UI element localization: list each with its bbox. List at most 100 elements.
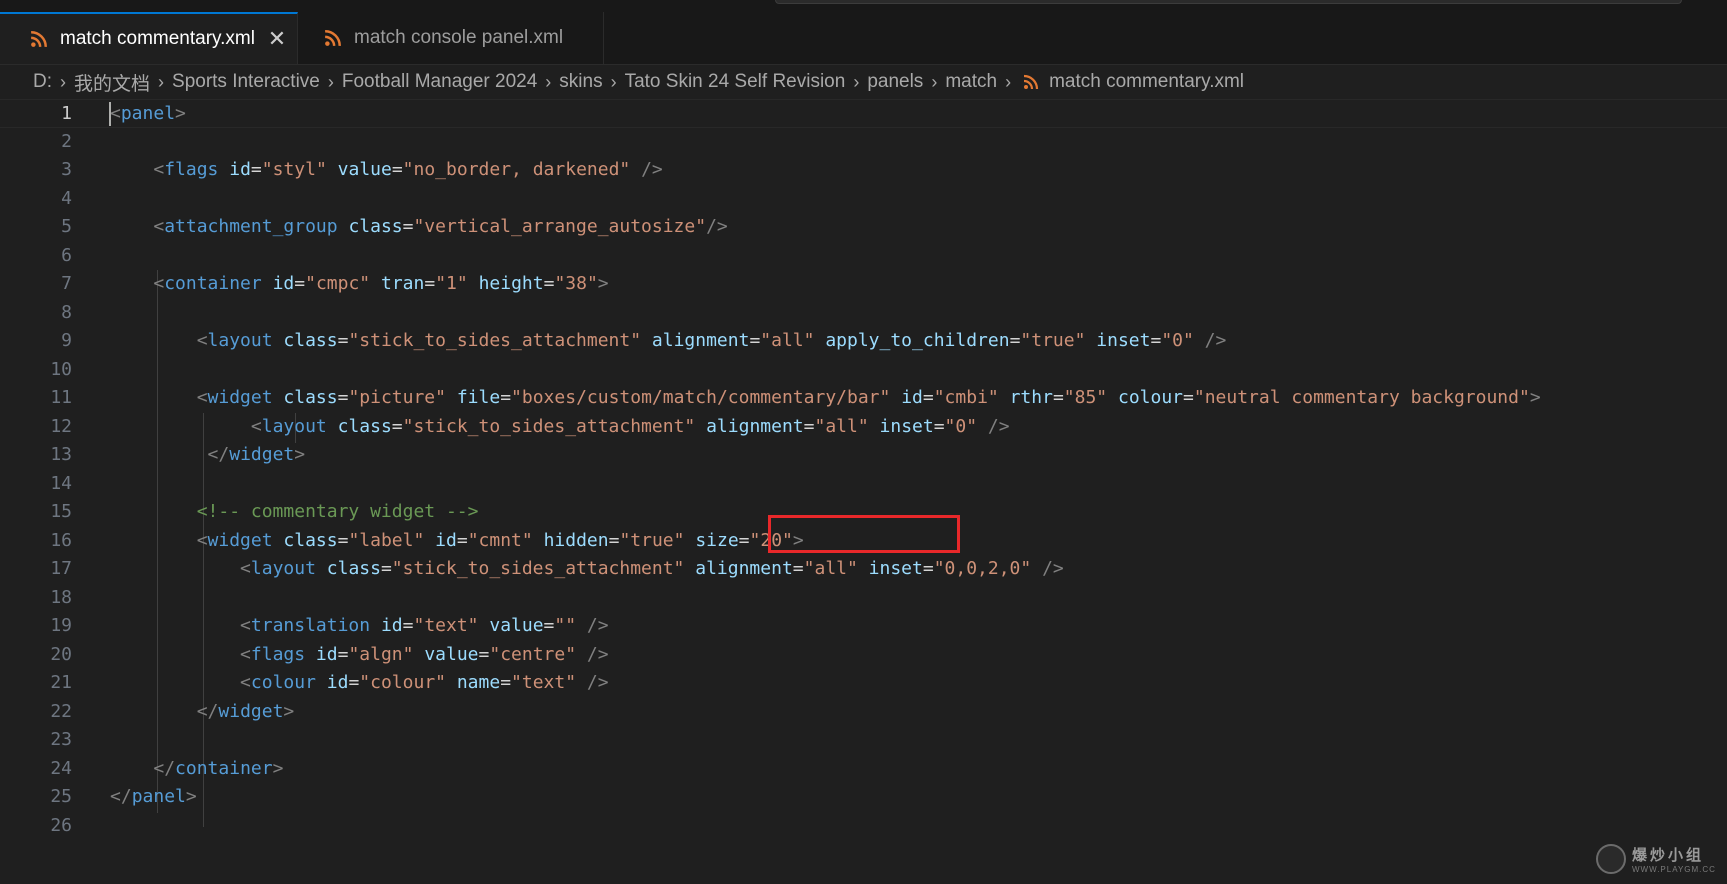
watermark-text: 爆炒小组 bbox=[1632, 847, 1705, 864]
line-number: 15 bbox=[50, 501, 72, 522]
breadcrumb-item[interactable]: match commentary.xml bbox=[1049, 71, 1244, 93]
chevron-right-icon: › bbox=[1005, 71, 1012, 92]
line-number: 12 bbox=[50, 415, 72, 437]
code-text: </widget> bbox=[207, 444, 306, 465]
code-line[interactable]: 3 <flags id="styl" value="no_border, dar… bbox=[0, 156, 1727, 185]
line-number: 9 bbox=[61, 330, 72, 351]
code-line[interactable]: 23 bbox=[0, 726, 1727, 755]
command-center[interactable] bbox=[775, 0, 1682, 4]
code-line[interactable]: 18 bbox=[0, 584, 1727, 613]
code-line[interactable]: 4 bbox=[0, 185, 1727, 214]
line-number: 21 bbox=[50, 672, 72, 693]
code-text: <flags id="algn" value="centre" /> bbox=[240, 643, 609, 665]
breadcrumb-item[interactable]: Tato Skin 24 Self Revision bbox=[625, 71, 846, 93]
text-cursor bbox=[109, 102, 111, 126]
close-icon[interactable]: ✕ bbox=[267, 26, 287, 52]
breadcrumb-item[interactable]: D: bbox=[33, 71, 52, 93]
line-number: 17 bbox=[50, 558, 72, 579]
tab-label: match commentary.xml bbox=[60, 28, 255, 49]
breadcrumb-item[interactable]: match bbox=[945, 71, 997, 93]
code-text: <panel> bbox=[110, 103, 186, 124]
code-line[interactable]: 25 </panel> bbox=[0, 783, 1727, 812]
code-text: <widget class="picture" file="boxes/cust… bbox=[196, 387, 1541, 408]
code-text: <!-- commentary widget --> bbox=[196, 501, 479, 522]
breadcrumb-item[interactable]: Sports Interactive bbox=[172, 71, 320, 93]
code-line[interactable]: 13 </widget> bbox=[0, 441, 1727, 470]
line-number: 11 bbox=[50, 387, 72, 408]
code-text: </container> bbox=[153, 757, 284, 779]
code-line[interactable]: 7 <container id="cmpc" tran="1" height="… bbox=[0, 270, 1727, 299]
line-number: 26 bbox=[50, 814, 72, 836]
tab-bar: match commentary.xml ✕ match console pan… bbox=[0, 12, 1727, 65]
code-line[interactable]: 2 bbox=[0, 128, 1727, 157]
line-number: 2 bbox=[61, 130, 72, 152]
breadcrumb-item[interactable]: panels bbox=[867, 71, 923, 93]
code-line[interactable]: 17 <layout class="stick_to_sides_attachm… bbox=[0, 555, 1727, 584]
code-line[interactable]: 9 <layout class="stick_to_sides_attachme… bbox=[0, 327, 1727, 356]
rss-icon bbox=[324, 30, 341, 47]
code-line[interactable]: 6 bbox=[0, 242, 1727, 271]
code-line[interactable]: 8 bbox=[0, 299, 1727, 328]
watermark: 爆炒小组 WWW.PLAYGM.CC bbox=[1596, 842, 1716, 876]
line-number: 20 bbox=[50, 643, 72, 665]
watermark-url: WWW.PLAYGM.CC bbox=[1632, 865, 1716, 874]
code-line[interactable]: 22 </widget> bbox=[0, 698, 1727, 727]
code-line[interactable]: 10 bbox=[0, 356, 1727, 385]
line-number: 14 bbox=[50, 472, 72, 494]
line-number: 6 bbox=[61, 244, 72, 266]
chevron-right-icon: › bbox=[327, 71, 334, 92]
tab-match-console-panel[interactable]: match console panel.xml bbox=[298, 12, 604, 64]
breadcrumb-item[interactable]: skins bbox=[559, 71, 602, 93]
line-number: 7 bbox=[61, 273, 72, 294]
watermark-logo-icon bbox=[1596, 844, 1626, 874]
line-number: 22 bbox=[50, 700, 72, 722]
line-number: 1 bbox=[61, 103, 72, 124]
code-text: <translation id="text" value="" /> bbox=[240, 615, 609, 636]
line-number: 18 bbox=[50, 586, 72, 608]
code-text: <layout class="stick_to_sides_attachment… bbox=[196, 330, 1227, 351]
code-line[interactable]: 11 <widget class="picture" file="boxes/c… bbox=[0, 384, 1727, 413]
code-line[interactable]: 26 bbox=[0, 812, 1727, 841]
rss-icon bbox=[30, 31, 47, 48]
code-text: </panel> bbox=[110, 786, 197, 807]
line-number: 13 bbox=[50, 444, 72, 465]
code-line[interactable]: 1 <panel> bbox=[0, 99, 1727, 128]
code-text: </widget> bbox=[196, 700, 295, 722]
code-text: <container id="cmpc" tran="1" height="38… bbox=[153, 273, 609, 294]
code-text: <colour id="colour" name="text" /> bbox=[240, 672, 609, 693]
breadcrumb-item[interactable]: Football Manager 2024 bbox=[342, 71, 537, 93]
code-text: <layout class="stick_to_sides_attachment… bbox=[250, 415, 1010, 437]
line-number: 23 bbox=[50, 729, 72, 750]
chevron-right-icon: › bbox=[853, 71, 860, 92]
tab-match-commentary[interactable]: match commentary.xml ✕ bbox=[0, 12, 298, 64]
line-number: 24 bbox=[50, 757, 72, 779]
code-line[interactable]: 5 <attachment_group class="vertical_arra… bbox=[0, 213, 1727, 242]
code-editor[interactable]: 1 <panel> 2 3 <flags id="styl" value="no_bo… bbox=[0, 99, 1727, 884]
chevron-right-icon: › bbox=[60, 71, 66, 92]
code-text: <flags id="styl" value="no_border, darke… bbox=[153, 159, 663, 180]
chevron-right-icon: › bbox=[545, 71, 552, 92]
chevron-right-icon: › bbox=[610, 71, 617, 92]
code-text: <widget class="label" id="cmnt" hidden="… bbox=[196, 529, 804, 551]
code-line[interactable]: 20 <flags id="algn" value="centre" /> bbox=[0, 641, 1727, 670]
line-number: 19 bbox=[50, 615, 72, 636]
line-number: 25 bbox=[50, 786, 72, 807]
breadcrumb: D: › 我的文档 › Sports Interactive › Football M… bbox=[0, 65, 1727, 99]
rss-icon bbox=[1023, 74, 1039, 90]
breadcrumb-item[interactable]: 我的文档 bbox=[74, 69, 150, 96]
code-text: <attachment_group class="vertical_arrang… bbox=[153, 216, 728, 237]
line-number: 3 bbox=[61, 159, 72, 180]
line-number: 5 bbox=[61, 216, 72, 237]
code-line[interactable]: 14 bbox=[0, 470, 1727, 499]
code-text: <layout class="stick_to_sides_attachment… bbox=[240, 558, 1064, 579]
line-number: 16 bbox=[50, 529, 72, 551]
code-line[interactable]: 21 <colour id="colour" name="text" /> bbox=[0, 669, 1727, 698]
chevron-right-icon: › bbox=[158, 71, 165, 92]
code-line[interactable]: 19 <translation id="text" value="" /> bbox=[0, 612, 1727, 641]
line-number: 8 bbox=[61, 301, 72, 323]
chevron-right-icon: › bbox=[931, 71, 938, 92]
code-line[interactable]: 24 </container> bbox=[0, 755, 1727, 784]
code-line[interactable]: 12 <layout class="stick_to_sides_attachm… bbox=[0, 413, 1727, 442]
tab-label: match console panel.xml bbox=[354, 27, 564, 48]
line-number: 10 bbox=[50, 358, 72, 380]
